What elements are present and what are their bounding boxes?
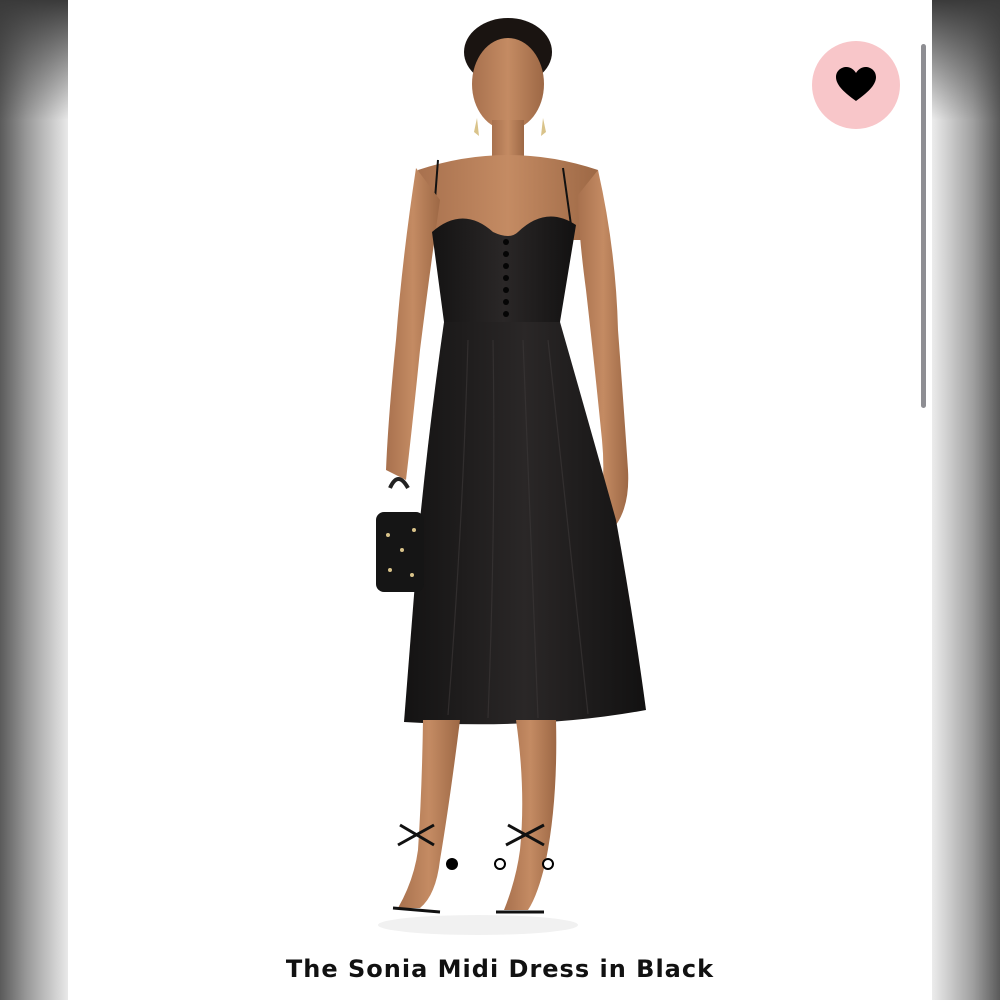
favorite-button[interactable]: [812, 41, 900, 129]
product-card: The Sonia Midi Dress in Black: [68, 0, 932, 1000]
carousel-dot-2[interactable]: [494, 858, 506, 870]
screen: The Sonia Midi Dress in Black: [0, 0, 1000, 1000]
carousel-dot-1[interactable]: [446, 858, 458, 870]
earring-left: [474, 118, 479, 136]
scrollbar[interactable]: [921, 44, 926, 408]
product-image[interactable]: [68, 0, 932, 945]
product-title: The Sonia Midi Dress in Black: [285, 955, 715, 983]
carousel-indicators: [444, 858, 564, 876]
model-neck: [492, 120, 524, 160]
floor-shadow: [378, 915, 578, 935]
blurred-background-right: [932, 0, 1000, 1000]
carousel-dot-3[interactable]: [542, 858, 554, 870]
earring-right: [541, 118, 546, 136]
blurred-background-right-top: [932, 0, 1000, 120]
model-leg-right: [504, 720, 557, 910]
blurred-background-left: [0, 0, 68, 1000]
blurred-background-left-top: [0, 0, 68, 120]
handbag: [376, 477, 424, 592]
model-face: [472, 38, 544, 130]
heart-icon: [836, 67, 876, 101]
model-leg-left: [398, 720, 460, 908]
